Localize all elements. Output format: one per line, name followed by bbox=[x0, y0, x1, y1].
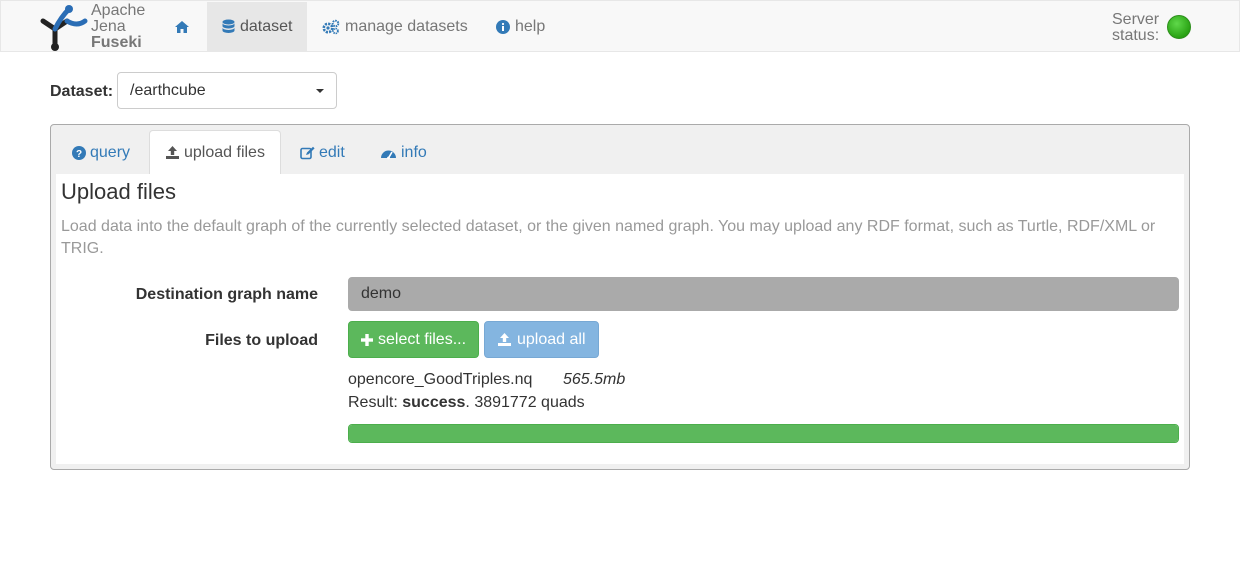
nav-manage-datasets-label: manage datasets bbox=[345, 18, 468, 35]
server-status-line-1: Server bbox=[1112, 11, 1160, 28]
nav-home[interactable] bbox=[161, 2, 207, 52]
upload-result: Result: success. 3891772 quads bbox=[348, 394, 585, 412]
nav-manage-datasets[interactable]: manage datasets bbox=[322, 2, 468, 52]
upload-progress bbox=[348, 424, 1179, 443]
nav-dataset[interactable]: dataset bbox=[207, 2, 308, 52]
info-icon bbox=[496, 20, 510, 34]
destination-graph-label: Destination graph name bbox=[135, 286, 318, 303]
upload-files-pane: Upload files Load data into the default … bbox=[56, 174, 1184, 464]
destination-graph-input[interactable]: demo bbox=[348, 277, 1179, 311]
server-status-line-2: status: bbox=[1112, 27, 1160, 44]
brand-line-2: Jena bbox=[91, 18, 126, 35]
tab-upload-files-label: upload files bbox=[184, 143, 265, 161]
question-circle-icon: ? bbox=[72, 145, 86, 160]
result-prefix: Result: bbox=[348, 394, 403, 411]
upload-icon bbox=[498, 333, 511, 346]
tab-query-label: query bbox=[90, 143, 131, 161]
nav-dataset-label: dataset bbox=[240, 18, 293, 35]
tab-info[interactable]: info bbox=[365, 130, 442, 175]
svg-text:?: ? bbox=[76, 149, 82, 160]
fuseki-logo-icon bbox=[40, 5, 88, 51]
upload-description: Load data into the default graph of the … bbox=[61, 218, 1156, 257]
server-status-label: Server status: bbox=[1112, 12, 1159, 44]
cogs-icon bbox=[322, 19, 340, 35]
upload-icon bbox=[166, 146, 179, 159]
tab-info-label: info bbox=[401, 143, 427, 161]
result-status: success bbox=[402, 394, 466, 411]
dataset-panel: ? query upload files edit info Upload fi… bbox=[50, 124, 1190, 470]
dashboard-icon bbox=[381, 150, 396, 159]
dataset-select[interactable]: /earthcube bbox=[117, 72, 337, 109]
upload-all-button[interactable]: upload all bbox=[484, 321, 599, 358]
tab-query[interactable]: ? query bbox=[57, 130, 145, 175]
upload-all-label: upload all bbox=[517, 330, 586, 348]
nav-help[interactable]: help bbox=[496, 2, 545, 52]
dataset-label: Dataset: bbox=[50, 83, 114, 100]
destination-graph-value: demo bbox=[361, 285, 402, 302]
dataset-selected-value: /earthcube bbox=[130, 81, 206, 99]
nav-help-label: help bbox=[515, 18, 546, 35]
plus-icon bbox=[361, 333, 373, 346]
file-name: opencore_GoodTriples.nq bbox=[348, 371, 533, 388]
tab-upload-files[interactable]: upload files bbox=[149, 130, 281, 175]
brand-line-3: Fuseki bbox=[91, 34, 142, 51]
tab-edit-label: edit bbox=[319, 143, 345, 161]
navbar: Apache Jena Fuseki dataset manage datase… bbox=[0, 0, 1240, 52]
page-title: Upload files bbox=[61, 179, 176, 204]
chevron-down-icon bbox=[316, 89, 324, 93]
file-size: 565.5mb bbox=[563, 371, 626, 388]
brand-line-1: Apache bbox=[91, 2, 146, 19]
database-icon bbox=[222, 19, 235, 33]
brand-text: Apache Jena Fuseki bbox=[91, 3, 145, 51]
tab-edit[interactable]: edit bbox=[285, 130, 360, 175]
select-files-button[interactable]: select files... bbox=[348, 321, 480, 358]
brand-logo[interactable]: Apache Jena Fuseki bbox=[33, 2, 163, 52]
result-summary: . 3891772 quads bbox=[465, 394, 585, 411]
files-to-upload-label: Files to upload bbox=[205, 332, 318, 349]
select-files-label: select files... bbox=[378, 330, 467, 348]
home-icon bbox=[174, 21, 189, 33]
edit-icon bbox=[300, 146, 315, 159]
upload-progress-bar bbox=[349, 425, 1178, 442]
server-status-indicator bbox=[1167, 15, 1191, 39]
